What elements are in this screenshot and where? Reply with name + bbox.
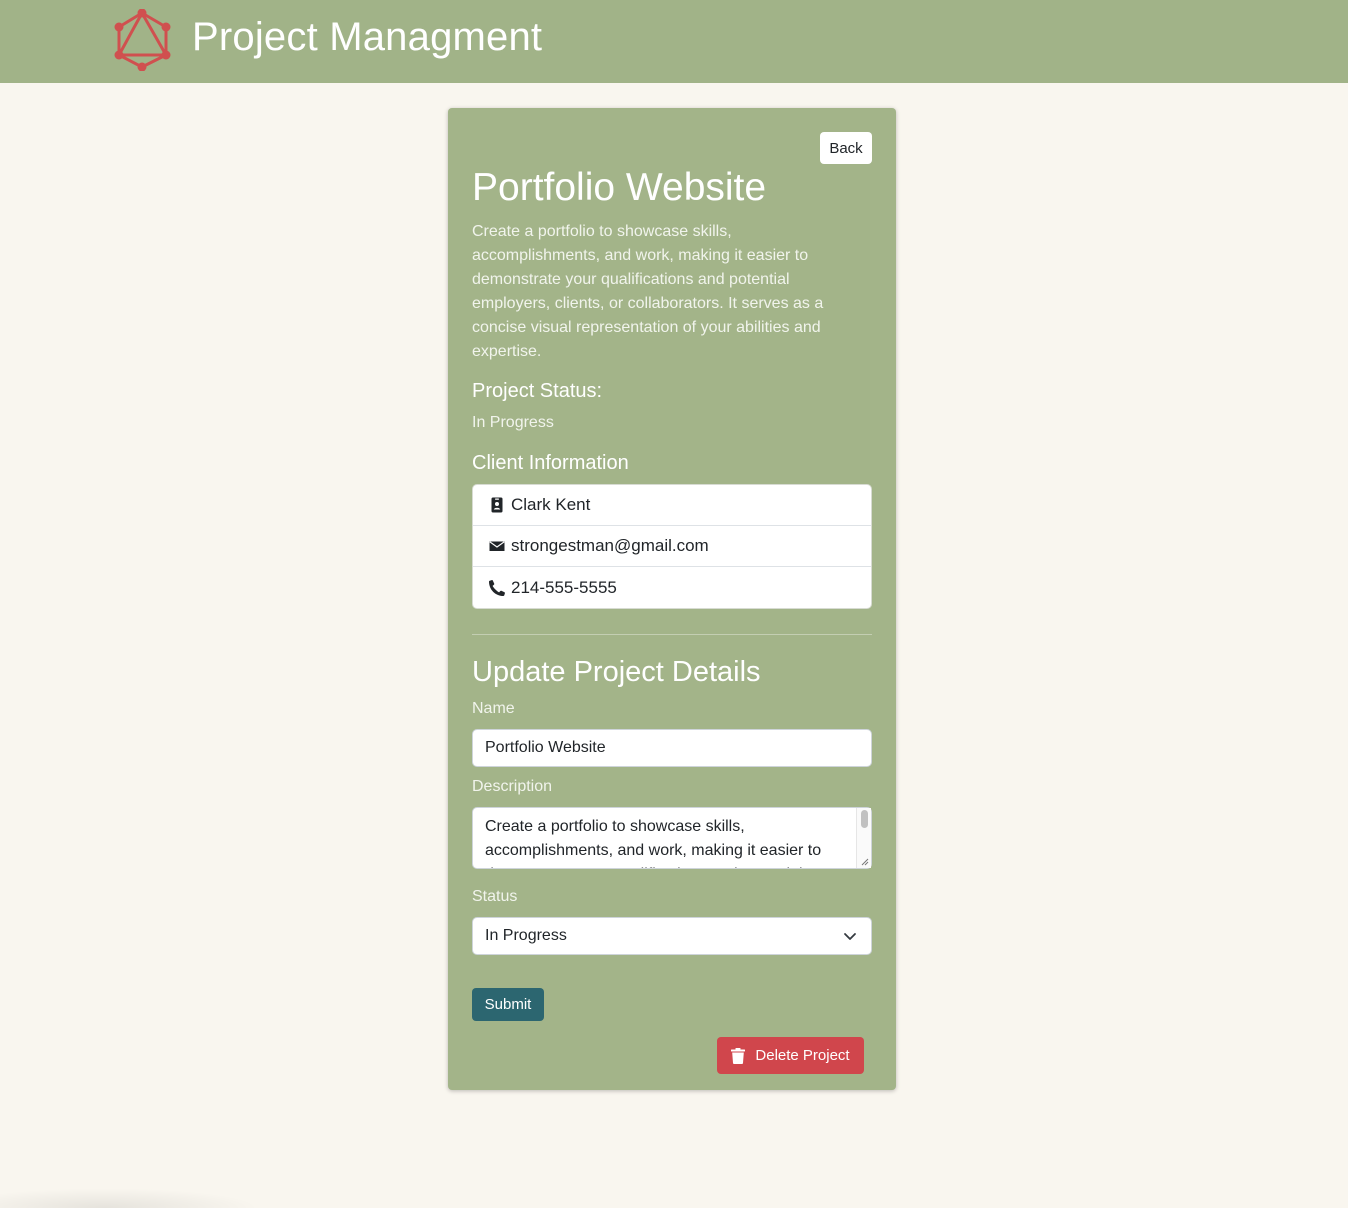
project-title: Portfolio Website [472,166,767,209]
app-title: Project Managment [192,14,543,59]
description-label: Description [472,778,553,795]
back-button[interactable]: Back [820,132,872,164]
client-phone: 214-555-5555 [511,577,617,597]
section-divider [472,634,872,635]
status-select[interactable]: In Progress [472,917,872,955]
delete-project-label: Delete Project [755,1047,850,1064]
textarea-scrollbar[interactable] [856,808,871,868]
graphql-logo-icon [114,9,171,71]
status-label: Status [472,888,518,905]
client-email: strongestman@gmail.com [511,536,709,555]
project-status-heading: Project Status: [472,380,603,402]
client-email-item: strongestman@gmail.com [473,526,871,567]
resize-grip-icon[interactable] [859,856,869,866]
update-details-heading: Update Project Details [472,656,761,688]
navbar: Project Managment [0,0,1348,83]
client-phone-item: 214-555-5555 [473,567,871,608]
scrollbar-thumb[interactable] [861,810,868,828]
brand[interactable]: Project Managment [114,8,542,72]
name-input[interactable] [472,729,872,767]
client-name: Clark Kent [511,495,591,514]
project-card: Back Portfolio Website Create a portfoli… [448,108,896,1090]
client-info-list: Clark Kent strongestman@gmail.com 214-55… [472,484,872,609]
corner-shadow [0,1188,260,1208]
delete-project-button[interactable]: Delete Project [717,1037,864,1074]
phone-icon [489,579,505,596]
client-info-heading: Client Information [472,452,629,474]
id-badge-icon [491,497,503,513]
submit-button[interactable]: Submit [472,988,544,1021]
client-name-item: Clark Kent [473,485,871,526]
project-status-value: In Progress [472,414,554,431]
envelope-icon [489,541,505,551]
project-description: Create a portfolio to showcase skills, a… [472,223,824,360]
status-select-value: In Progress [485,927,567,944]
trash-icon [731,1047,746,1064]
name-label: Name [472,700,515,717]
chevron-down-icon [844,933,856,940]
description-textarea[interactable]: Create a portfolio to showcase skills, a… [472,807,872,869]
